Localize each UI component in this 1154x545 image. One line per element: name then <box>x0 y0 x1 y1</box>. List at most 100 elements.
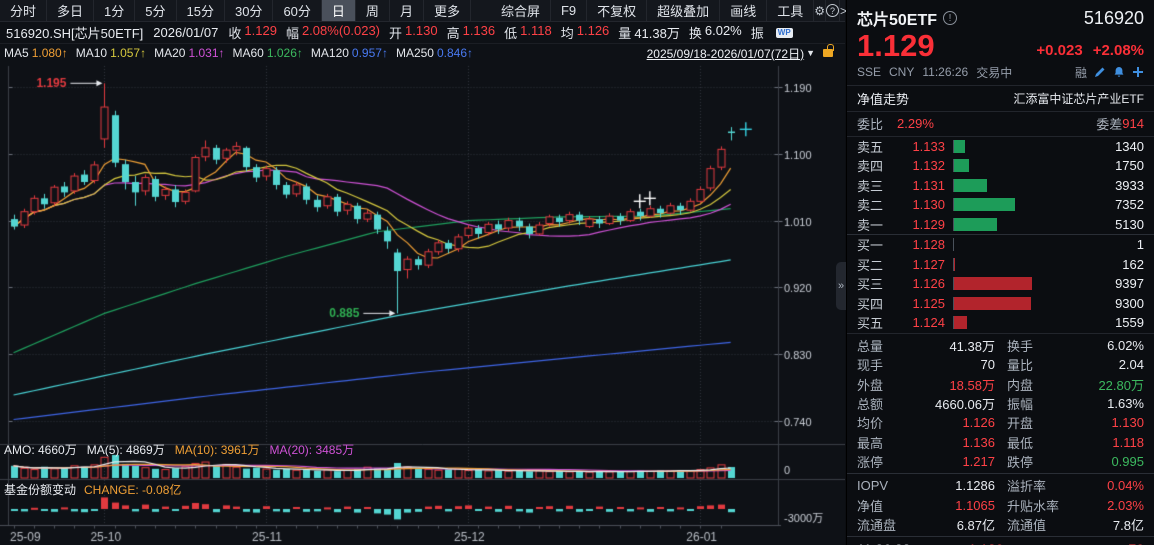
tool-综合屏[interactable]: 综合屏 <box>491 0 551 21</box>
fund-full-name: 汇添富中证芯片产业ETF <box>1013 90 1144 107</box>
ob-volume: 9397 <box>1090 276 1144 291</box>
bell-icon[interactable] <box>1113 66 1125 78</box>
tool-工具[interactable]: 工具 <box>767 0 814 21</box>
tool-画线[interactable]: 画线 <box>720 0 767 21</box>
change-value: +0.023 <box>1036 42 1082 59</box>
ob-volume-bar <box>954 316 967 329</box>
security-code: 516920 <box>1084 8 1144 29</box>
tool-不复权[interactable]: 不复权 <box>587 0 647 21</box>
margin-tag: 融 <box>1075 64 1087 81</box>
change-percent: +2.08% <box>1093 42 1144 59</box>
stat-row-均价: 均价1.126开盘1.130 <box>847 413 1154 432</box>
quote-panel: 芯片50ETF ! 516920 1.129 +0.023 +2.08% SSE… <box>846 0 1154 545</box>
unlock-icon[interactable] <box>823 49 833 57</box>
ask-row-卖二[interactable]: 卖二1.1307352 <box>847 195 1154 215</box>
stat-value: 1.1286 <box>903 478 995 493</box>
stat-row-涨停: 涨停1.217跌停0.995 <box>847 452 1154 471</box>
ma-legend-MA60: MA601.026↑ <box>233 46 303 60</box>
ob-volume-bar <box>954 297 1031 310</box>
stat-label: 溢折率 <box>1007 476 1071 495</box>
bid-row-买二[interactable]: 买二1.127162 <box>847 255 1154 275</box>
volume-legend-item: MA(20): 3485万 <box>269 441 354 455</box>
field-value: 6.02% <box>705 23 742 42</box>
tool-F9[interactable]: F9 <box>551 0 587 21</box>
pencil-icon[interactable] <box>1094 66 1106 78</box>
bid-row-买一[interactable]: 买一1.1281 <box>847 235 1154 255</box>
stat-value: 6.02% <box>1071 338 1144 353</box>
nav-value-row[interactable]: 净值走势 汇添富中证芯片产业ETF <box>847 86 1154 112</box>
ob-volume-bar <box>954 159 969 172</box>
bid-row-买四[interactable]: 买四1.1259300 <box>847 294 1154 314</box>
ask-row-卖四[interactable]: 卖四1.1321750 <box>847 156 1154 176</box>
symbol-code: 516920.SH[芯片50ETF] <box>6 23 143 42</box>
period-tab-分时[interactable]: 分时 <box>0 0 47 21</box>
field-value: 1.130 <box>405 23 438 42</box>
ask-row-卖一[interactable]: 卖一1.1295130 <box>847 215 1154 235</box>
ma-label: MA120 <box>311 46 349 60</box>
wp-badge[interactable]: WP <box>776 28 793 38</box>
iopv-block: IOPV1.1286溢折率0.04%净值1.1065升贴水率2.03%流通盘6.… <box>847 474 1154 537</box>
fund-legend-item: 基金份额变动 <box>4 481 76 495</box>
stat-label: 流通值 <box>1007 515 1071 534</box>
period-tab-月[interactable]: 月 <box>390 0 424 21</box>
quote-field-收: 收1.129 <box>228 23 277 42</box>
stat-value: 4660.06万 <box>903 394 995 413</box>
quote-field-振: 振 <box>751 23 767 42</box>
ob-price: 1.129 <box>893 217 945 232</box>
ob-bar-zone <box>953 258 1090 271</box>
stat-value: 1.118 <box>1071 435 1144 450</box>
quote-field-幅: 幅2.08%(0.023) <box>286 23 380 42</box>
ma-value: 1.080↑ <box>32 46 68 60</box>
stat-label: 量比 <box>1007 355 1071 374</box>
ma-legend-MA20: MA201.031↑ <box>154 46 224 60</box>
panel-sub-row: SSE CNY 11:26:26 交易中 融 <box>847 63 1154 86</box>
chevron-down-icon[interactable]: ▼ <box>806 48 815 58</box>
plus-icon[interactable] <box>1132 66 1144 78</box>
period-tab-15分[interactable]: 15分 <box>177 0 225 21</box>
ma-value: 1.031↑ <box>188 46 224 60</box>
period-tab-30分[interactable]: 30分 <box>225 0 273 21</box>
ask-row-卖三[interactable]: 卖三1.1313933 <box>847 176 1154 196</box>
stat-label: 开盘 <box>1007 413 1071 432</box>
period-tab-更多[interactable]: 更多 <box>424 0 471 21</box>
ob-volume-bar <box>954 258 955 271</box>
ob-level-label: 卖四 <box>857 156 893 175</box>
period-tab-1分[interactable]: 1分 <box>94 0 135 21</box>
panel-title-row: 芯片50ETF ! 516920 <box>847 0 1154 30</box>
ob-price: 1.130 <box>893 197 945 212</box>
ob-volume-bar <box>954 277 1032 290</box>
range-selector[interactable]: 2025/09/18-2026/01/07(72日) ▼ <box>647 45 833 62</box>
ob-bar-zone <box>953 198 1090 211</box>
stat-value: 1.217 <box>903 454 995 469</box>
ma-legend-MA120: MA1200.957↑ <box>311 46 388 60</box>
field-label: 均 <box>561 23 574 42</box>
ob-level-label: 买三 <box>857 274 893 293</box>
period-tab-多日[interactable]: 多日 <box>47 0 94 21</box>
tool-超级叠加[interactable]: 超级叠加 <box>647 0 720 21</box>
period-tab-周[interactable]: 周 <box>356 0 390 21</box>
panel-collapse-handle[interactable]: » <box>836 262 846 310</box>
ask-row-卖五[interactable]: 卖五1.1331340 <box>847 137 1154 157</box>
stat-label: 换手 <box>1007 336 1071 355</box>
period-tab-日[interactable]: 日 <box>322 0 356 21</box>
ob-bar-zone <box>953 297 1090 310</box>
volume-legend-item: MA(10): 3961万 <box>175 441 260 455</box>
period-tab-60分[interactable]: 60分 <box>273 0 321 21</box>
ob-level-label: 买四 <box>857 294 893 313</box>
period-tab-5分[interactable]: 5分 <box>135 0 176 21</box>
date-range-label[interactable]: 2025/09/18-2026/01/07(72日) <box>647 45 804 62</box>
gear-icon[interactable]: ⚙ <box>814 0 826 21</box>
ob-price: 1.126 <box>893 276 945 291</box>
info-icon[interactable]: ! <box>943 11 957 25</box>
stat-label: 内盘 <box>1007 375 1071 394</box>
nav-trend-link[interactable]: 净值走势 <box>857 89 909 108</box>
stat-value: 2.04 <box>1071 357 1144 372</box>
help-icon[interactable]: ? <box>826 0 840 21</box>
period-menu-bar: 分时多日1分5分15分30分60分日周月更多综合屏F9不复权超级叠加画线工具⚙?… <box>0 0 845 22</box>
panel-action-icons: 融 <box>1075 64 1144 81</box>
bid-row-买五[interactable]: 买五1.1241559 <box>847 313 1154 333</box>
candlestick-chart-canvas[interactable] <box>0 62 845 545</box>
quote-time: 11:26:26 <box>922 65 968 79</box>
field-label: 开 <box>389 23 402 42</box>
bid-row-买三[interactable]: 买三1.126 9397 <box>847 274 1154 294</box>
